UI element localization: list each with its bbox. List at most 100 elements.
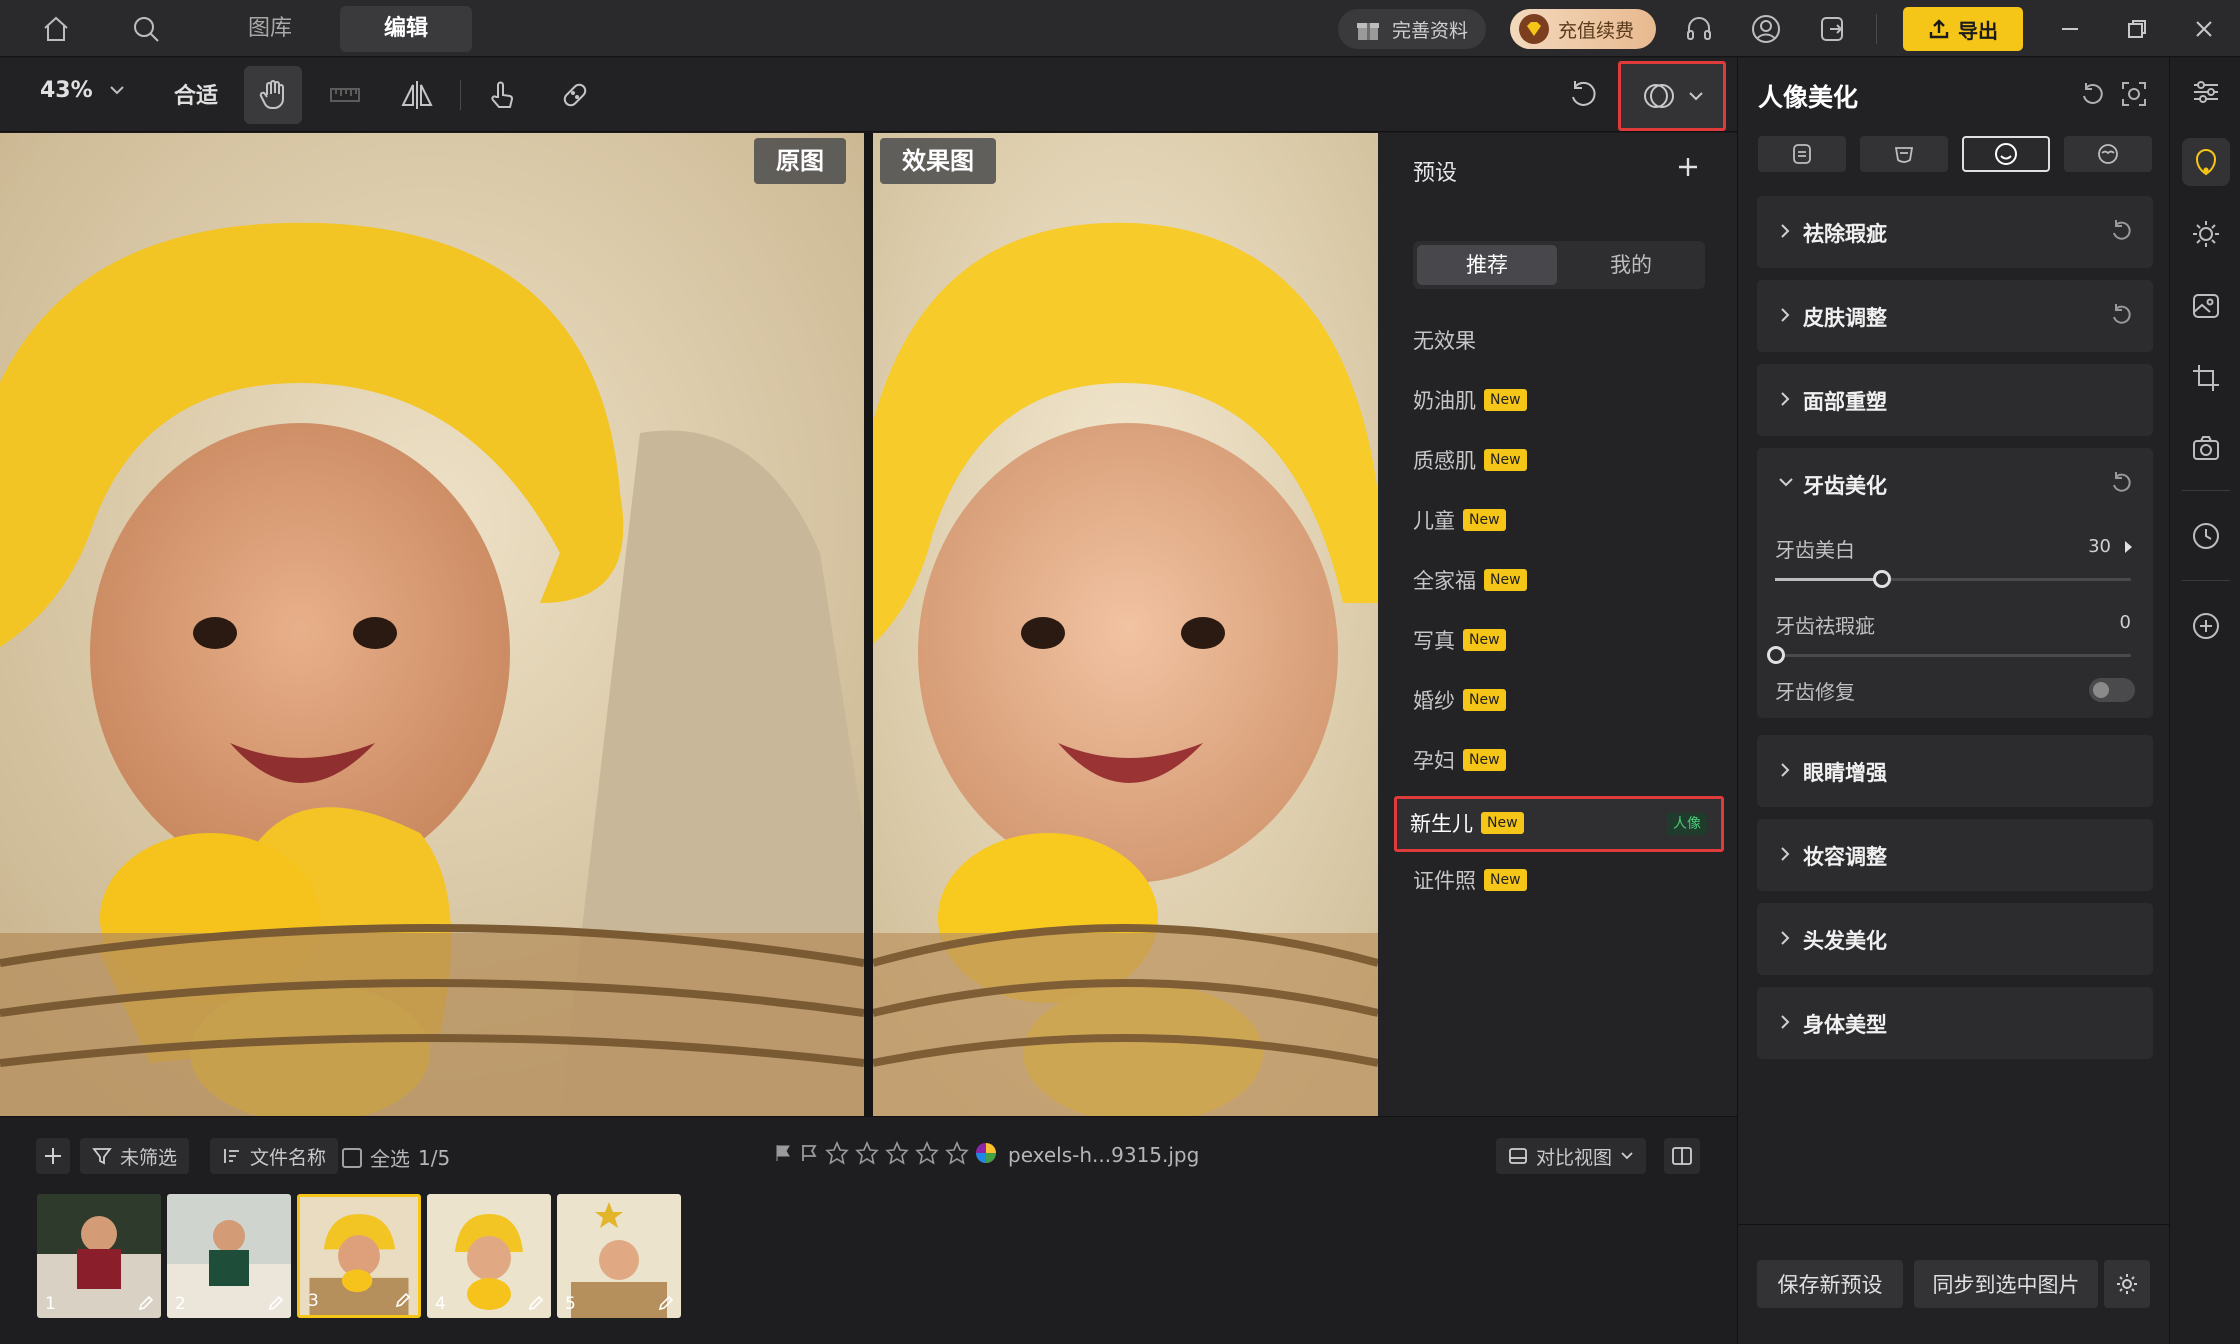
section-hair-beauty[interactable]: 头发美化: [1757, 903, 2153, 975]
filter-button[interactable]: 未筛选: [80, 1138, 190, 1174]
bandage-icon[interactable]: [546, 66, 604, 124]
chevron-right-icon: [1781, 308, 1790, 322]
fit-button[interactable]: 合适: [174, 78, 218, 110]
reset-icon[interactable]: [2109, 218, 2135, 244]
light-icon[interactable]: [2182, 210, 2230, 258]
chevron-down-icon[interactable]: [1777, 476, 1795, 488]
close-icon[interactable]: [2182, 8, 2226, 50]
image-adjust-icon[interactable]: [2182, 282, 2230, 330]
preset-item[interactable]: 写真 New: [1413, 618, 1506, 662]
caret-right-icon[interactable]: [2123, 540, 2133, 554]
crop-icon[interactable]: [2182, 354, 2230, 402]
thumbnail[interactable]: 1: [37, 1194, 161, 1318]
thumbnail[interactable]: 4: [427, 1194, 551, 1318]
search-icon[interactable]: [125, 8, 167, 50]
reset-icon[interactable]: [2109, 302, 2135, 328]
hand-tool-icon[interactable]: [244, 66, 302, 124]
preset-item[interactable]: 婚纱 New: [1413, 678, 1506, 722]
preset-item[interactable]: 质感肌 New: [1413, 438, 1527, 482]
tab-mine[interactable]: 我的: [1561, 245, 1701, 285]
star-icon[interactable]: [915, 1141, 939, 1165]
section-blemish-removal[interactable]: 祛除瑕疵: [1757, 196, 2153, 268]
face-detect-icon[interactable]: [2120, 80, 2148, 108]
flag-icon[interactable]: [773, 1143, 793, 1163]
teeth-blemish-value[interactable]: 0: [2120, 612, 2131, 633]
flip-icon[interactable]: [388, 66, 446, 124]
tab-edit[interactable]: 编辑: [340, 6, 472, 52]
save-preset-button[interactable]: 保存新预设: [1757, 1260, 1903, 1308]
section-skin-adjust[interactable]: 皮肤调整: [1757, 280, 2153, 352]
recharge-button[interactable]: 充值续费: [1510, 9, 1656, 49]
sort-button[interactable]: 文件名称: [210, 1138, 339, 1174]
split-divider[interactable]: [864, 133, 873, 1116]
portrait-beauty-icon[interactable]: [2182, 138, 2230, 186]
reject-flag-icon[interactable]: [799, 1143, 819, 1163]
export-button[interactable]: 导出: [1903, 7, 2023, 51]
checkbox[interactable]: [342, 1147, 362, 1168]
tab-recommended[interactable]: 推荐: [1417, 245, 1557, 285]
tab-face[interactable]: [1962, 136, 2050, 172]
preset-name: 奶油肌: [1413, 389, 1476, 413]
teeth-repair-toggle[interactable]: [2089, 678, 2135, 702]
preset-item[interactable]: 无效果: [1413, 318, 1476, 362]
section-body-shape[interactable]: 身体美型: [1757, 987, 2153, 1059]
headset-icon[interactable]: [1678, 8, 1720, 50]
ruler-icon[interactable]: [316, 66, 374, 124]
tab-makeup[interactable]: [2064, 136, 2152, 172]
chevron-right-icon: [1781, 224, 1790, 238]
teeth-whiten-value[interactable]: 30: [2088, 536, 2111, 557]
sync-to-selected-button[interactable]: 同步到选中图片: [1914, 1260, 2098, 1308]
teeth-blemish-slider[interactable]: [1775, 654, 2131, 657]
zoom-dropdown[interactable]: 43%: [40, 78, 126, 103]
logout-icon[interactable]: [1812, 8, 1854, 50]
section-face-reshape[interactable]: 面部重塑: [1757, 364, 2153, 436]
star-icon[interactable]: [945, 1141, 969, 1165]
thumbnail[interactable]: 5: [557, 1194, 681, 1318]
thumbnail[interactable]: 2: [167, 1194, 291, 1318]
restore-icon[interactable]: [2115, 8, 2159, 50]
add-preset-button[interactable]: [1668, 147, 1708, 187]
compare-toggle-button[interactable]: [1618, 61, 1726, 131]
section-eye-enhance[interactable]: 眼睛增强: [1757, 735, 2153, 807]
preset-item[interactable]: 奶油肌 New: [1413, 378, 1527, 422]
history-icon[interactable]: [2182, 512, 2230, 560]
touch-tool-icon[interactable]: [473, 66, 531, 124]
adjust-sliders-icon[interactable]: [2182, 68, 2230, 116]
view-mode-dropdown[interactable]: 对比视图: [1496, 1138, 1647, 1174]
preset-item[interactable]: 全家福 New: [1413, 558, 1527, 602]
preset-item[interactable]: 孕妇 New: [1413, 738, 1506, 782]
teeth-whiten-slider[interactable]: [1775, 578, 2131, 581]
thumb-number: 2: [175, 1294, 186, 1314]
minimize-icon[interactable]: [2048, 8, 2092, 50]
star-icon[interactable]: [885, 1141, 909, 1165]
slider-knob[interactable]: [1873, 570, 1891, 588]
profile-button[interactable]: 完善资料: [1338, 9, 1486, 49]
preset-item[interactable]: 儿童 New: [1413, 498, 1506, 542]
add-plus-icon[interactable]: [2182, 602, 2230, 650]
section-makeup-adjust[interactable]: 妆容调整: [1757, 819, 2153, 891]
thumbnail-selected[interactable]: 3: [297, 1194, 421, 1318]
reset-all-icon[interactable]: [2078, 80, 2106, 108]
tab-skin[interactable]: [1860, 136, 1948, 172]
add-photo-button[interactable]: [36, 1138, 70, 1174]
split-view-button[interactable]: [1664, 1138, 1700, 1174]
undo-icon[interactable]: [1554, 66, 1612, 124]
user-icon[interactable]: [1745, 8, 1787, 50]
effect-photo[interactable]: [873, 133, 1378, 1116]
tab-gallery[interactable]: 图库: [222, 6, 318, 52]
home-icon[interactable]: [35, 8, 77, 50]
select-all[interactable]: 全选 1/5: [342, 1143, 450, 1172]
reset-icon[interactable]: [2109, 470, 2135, 496]
tab-portrait[interactable]: [1758, 136, 1846, 172]
teeth-repair-label: 牙齿修复: [1775, 680, 1855, 704]
original-photo[interactable]: [0, 133, 864, 1116]
settings-button[interactable]: [2104, 1260, 2150, 1308]
preset-item-selected[interactable]: 新生儿 New 人像: [1394, 796, 1724, 852]
camera-icon[interactable]: [2182, 424, 2230, 472]
original-label: 原图: [754, 138, 846, 184]
star-icon[interactable]: [825, 1141, 849, 1165]
star-icon[interactable]: [855, 1141, 879, 1165]
color-label-icon[interactable]: [975, 1142, 997, 1164]
preset-item[interactable]: 证件照 New: [1413, 858, 1527, 902]
slider-knob[interactable]: [1767, 646, 1785, 664]
